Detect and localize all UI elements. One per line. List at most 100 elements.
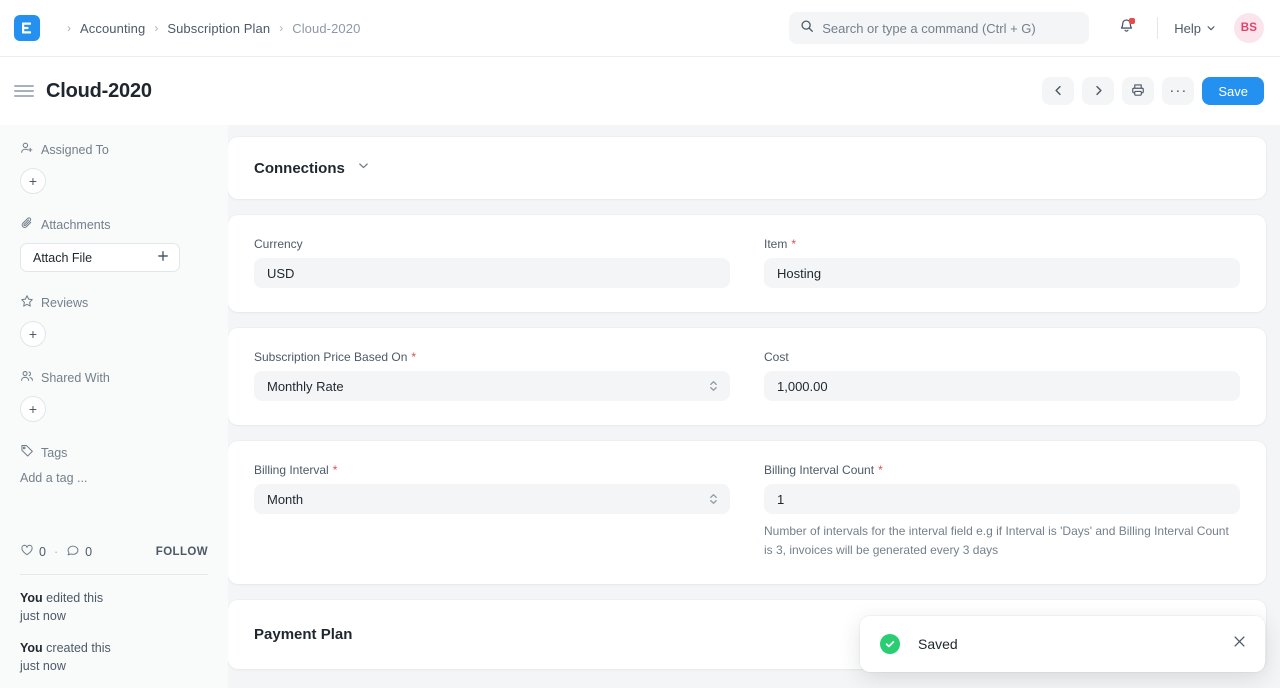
toast-close-button[interactable] bbox=[1232, 634, 1247, 654]
subscription-price-label: Subscription Price Based On bbox=[254, 350, 407, 364]
required-asterisk: * bbox=[411, 351, 416, 363]
assigned-to-label-row: Assigned To bbox=[20, 141, 208, 158]
sidebar-stats-row: 0 · 0 FOLLOW bbox=[20, 543, 208, 560]
breadcrumb-separator: › bbox=[67, 22, 71, 34]
attachments-label: Attachments bbox=[41, 218, 110, 232]
plus-icon: + bbox=[29, 327, 37, 341]
field-item: Item * Hosting bbox=[764, 237, 1240, 288]
add-assignment-button[interactable]: + bbox=[20, 168, 46, 194]
attach-file-button[interactable]: Attach File bbox=[20, 243, 180, 272]
breadcrumb: › Accounting › Subscription Plan › Cloud… bbox=[58, 21, 360, 36]
chevron-down-icon bbox=[1206, 21, 1216, 36]
attachments-label-row: Attachments bbox=[20, 216, 208, 233]
page-body: Assigned To + Attachments Attach File bbox=[0, 125, 1280, 688]
avatar-initials: BS bbox=[1241, 22, 1258, 34]
search-input[interactable] bbox=[822, 21, 1078, 36]
like-count: 0 bbox=[39, 545, 46, 559]
field-billing-interval-count: Billing Interval Count * 1 Number of int… bbox=[764, 463, 1240, 560]
form-row-1: Currency USD Item * Hosting bbox=[228, 215, 1266, 312]
shared-with-label: Shared With bbox=[41, 371, 110, 385]
sidebar-section-shared-with: Shared With + bbox=[20, 369, 208, 422]
billing-interval-count-label-row: Billing Interval Count * bbox=[764, 463, 1240, 477]
breadcrumb-item-subscription-plan[interactable]: Subscription Plan bbox=[167, 21, 270, 36]
tags-label-row: Tags bbox=[20, 444, 208, 461]
cost-input[interactable]: 1,000.00 bbox=[764, 371, 1240, 401]
notification-badge-dot bbox=[1129, 18, 1135, 24]
page-header: Cloud-2020 bbox=[0, 57, 1280, 125]
notifications-button[interactable] bbox=[1111, 13, 1141, 43]
navbar-right-group: Help BS bbox=[789, 12, 1264, 44]
sidebar-divider bbox=[20, 574, 208, 575]
next-document-button[interactable] bbox=[1082, 77, 1114, 105]
search-icon bbox=[800, 19, 814, 38]
activity-item: You created this just now bbox=[20, 639, 208, 675]
cost-value: 1,000.00 bbox=[777, 379, 828, 394]
stats-separator: · bbox=[54, 545, 58, 559]
activity-item: You edited this just now bbox=[20, 589, 208, 625]
add-review-button[interactable]: + bbox=[20, 321, 46, 347]
attach-file-label: Attach File bbox=[33, 251, 92, 265]
chevron-right-icon bbox=[1093, 84, 1104, 99]
add-share-button[interactable]: + bbox=[20, 396, 46, 422]
connections-title: Connections bbox=[254, 160, 345, 177]
avatar[interactable]: BS bbox=[1234, 13, 1264, 43]
comment-stat[interactable]: 0 bbox=[66, 543, 92, 560]
chevron-updown-icon bbox=[709, 380, 718, 393]
chevron-left-icon bbox=[1053, 84, 1064, 99]
users-icon bbox=[20, 369, 34, 386]
field-currency: Currency USD bbox=[254, 237, 730, 288]
more-options-button[interactable]: ··· bbox=[1162, 77, 1194, 105]
breadcrumb-separator: › bbox=[279, 22, 283, 34]
breadcrumb-item-accounting[interactable]: Accounting bbox=[80, 21, 145, 36]
item-input[interactable]: Hosting bbox=[764, 258, 1240, 288]
erpnext-logo-icon[interactable] bbox=[14, 15, 40, 41]
toast-notification: Saved bbox=[860, 616, 1265, 672]
user-plus-icon bbox=[20, 141, 34, 158]
cost-label-row: Cost bbox=[764, 350, 1240, 364]
currency-label: Currency bbox=[254, 237, 303, 251]
item-value: Hosting bbox=[777, 266, 821, 281]
breadcrumb-separator: › bbox=[154, 22, 158, 34]
billing-interval-select[interactable]: Month bbox=[254, 484, 730, 514]
add-tag-input[interactable]: Add a tag ... bbox=[20, 471, 208, 485]
currency-value: USD bbox=[267, 266, 294, 281]
billing-interval-label-row: Billing Interval * bbox=[254, 463, 730, 477]
plus-icon: + bbox=[29, 402, 37, 416]
activity-actor: You bbox=[20, 591, 43, 605]
reviews-label: Reviews bbox=[41, 296, 88, 310]
page-header-actions: ··· Save bbox=[1042, 77, 1264, 105]
currency-input[interactable]: USD bbox=[254, 258, 730, 288]
sidebar-section-attachments: Attachments Attach File bbox=[20, 216, 208, 272]
top-navbar: › Accounting › Subscription Plan › Cloud… bbox=[0, 0, 1280, 57]
connections-card: Connections bbox=[228, 137, 1266, 199]
save-button[interactable]: Save bbox=[1202, 77, 1264, 105]
reviews-label-row: Reviews bbox=[20, 294, 208, 311]
previous-document-button[interactable] bbox=[1042, 77, 1074, 105]
billing-interval-label: Billing Interval bbox=[254, 463, 329, 477]
billing-interval-value: Month bbox=[267, 492, 303, 507]
billing-interval-count-input[interactable]: 1 bbox=[764, 484, 1240, 514]
breadcrumb-item-current: Cloud-2020 bbox=[292, 21, 360, 36]
follow-button[interactable]: FOLLOW bbox=[156, 546, 208, 558]
subscription-price-value: Monthly Rate bbox=[267, 379, 344, 394]
subscription-price-select[interactable]: Monthly Rate bbox=[254, 371, 730, 401]
help-menu[interactable]: Help bbox=[1174, 21, 1216, 36]
print-button[interactable] bbox=[1122, 77, 1154, 105]
global-search[interactable] bbox=[789, 12, 1089, 44]
activity-actor: You bbox=[20, 641, 43, 655]
field-billing-interval: Billing Interval * Month bbox=[254, 463, 730, 560]
cost-label: Cost bbox=[764, 350, 789, 364]
hamburger-menu-icon[interactable] bbox=[14, 84, 36, 98]
item-label-row: Item * bbox=[764, 237, 1240, 251]
page-title: Cloud-2020 bbox=[46, 80, 152, 103]
connections-section-toggle[interactable]: Connections bbox=[228, 137, 1266, 199]
close-icon bbox=[1232, 634, 1247, 654]
form-card-billing: Billing Interval * Month Bill bbox=[228, 441, 1266, 584]
heart-icon bbox=[20, 543, 34, 560]
activity-time: just now bbox=[20, 609, 66, 623]
sidebar-section-tags: Tags Add a tag ... bbox=[20, 444, 208, 485]
tags-label: Tags bbox=[41, 446, 67, 460]
item-label: Item bbox=[764, 237, 787, 251]
like-stat[interactable]: 0 bbox=[20, 543, 46, 560]
chevron-down-icon bbox=[357, 159, 370, 177]
